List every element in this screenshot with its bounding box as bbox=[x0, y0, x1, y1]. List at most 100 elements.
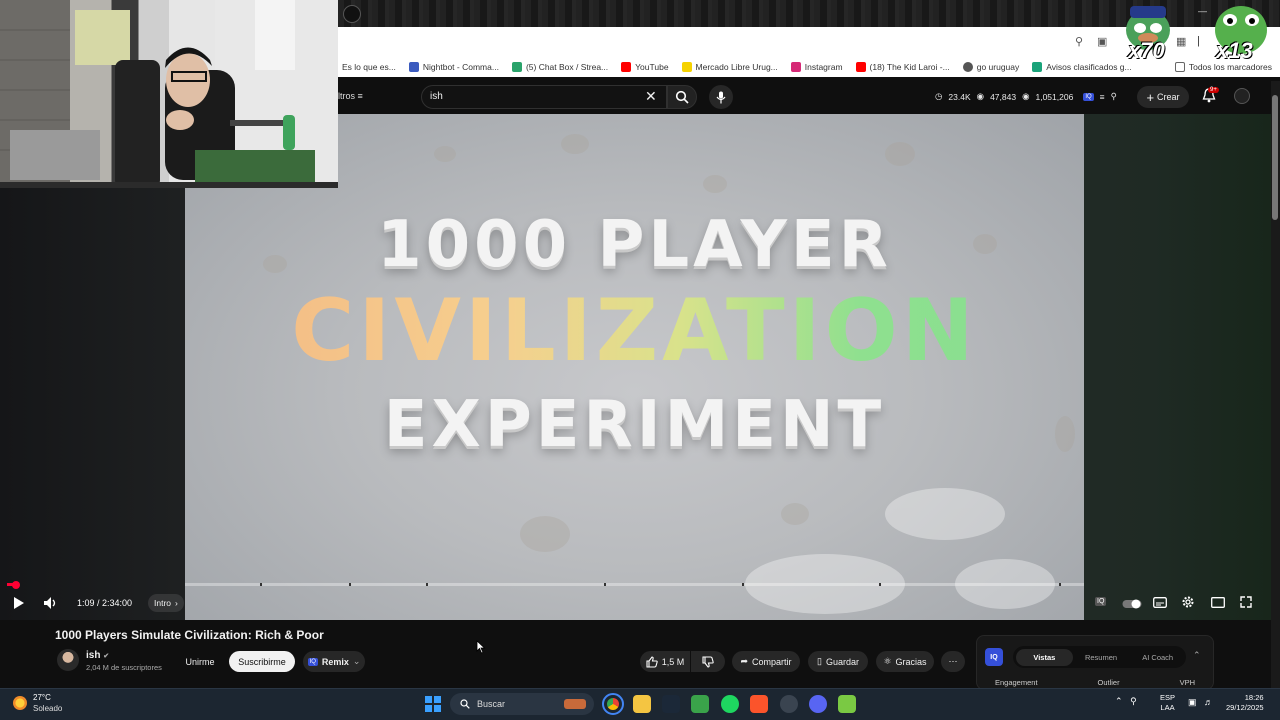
weather-icon[interactable] bbox=[13, 696, 27, 710]
install-icon[interactable]: ▣ bbox=[1097, 35, 1107, 48]
subscribe-button[interactable]: Suscribirme bbox=[229, 651, 295, 672]
search-button[interactable] bbox=[667, 85, 697, 109]
system-tray[interactable]: ⌃ ⚲ bbox=[1115, 696, 1137, 707]
chapter-marker bbox=[604, 583, 606, 586]
bookmark-item[interactable]: Es lo que es... bbox=[342, 62, 396, 72]
more-actions-icon[interactable]: ⋯ bbox=[941, 651, 965, 672]
settings-icon[interactable] bbox=[1181, 595, 1195, 612]
discord-icon[interactable] bbox=[809, 695, 827, 713]
windows-start-icon[interactable] bbox=[425, 696, 441, 712]
collapse-icon[interactable]: ⌃ bbox=[1193, 650, 1201, 661]
tab-ai-coach[interactable]: AI Coach bbox=[1129, 653, 1186, 662]
bookmark-item[interactable]: Instagram bbox=[790, 62, 843, 72]
views-icon: ◷ bbox=[935, 91, 943, 101]
mercadolibre-icon bbox=[681, 62, 692, 72]
share-button[interactable]: ➦ Compartir bbox=[732, 651, 800, 672]
iq-columns: Engagement Outlier VPH bbox=[995, 678, 1195, 687]
xbox-icon[interactable] bbox=[691, 695, 709, 713]
channel-avatar[interactable] bbox=[57, 649, 79, 671]
col-vph: VPH bbox=[1179, 678, 1195, 687]
taskbar-search[interactable]: Buscar bbox=[450, 693, 594, 715]
dislike-button[interactable] bbox=[691, 651, 725, 672]
iq-player-icon[interactable]: IQ bbox=[1095, 597, 1107, 606]
video-title: 1000 Players Simulate Civilization: Rich… bbox=[55, 628, 324, 642]
search-icon bbox=[460, 699, 470, 709]
volume-icon[interactable] bbox=[43, 596, 59, 613]
subtitles-icon[interactable] bbox=[1153, 597, 1167, 611]
join-button[interactable]: Unirme bbox=[180, 651, 220, 672]
network-icon[interactable]: ▣ bbox=[1188, 697, 1197, 708]
save-button[interactable]: ▯ Guardar bbox=[808, 651, 868, 672]
obs-icon[interactable] bbox=[780, 695, 798, 713]
theater-mode-icon[interactable] bbox=[1211, 597, 1225, 611]
tab-vistas[interactable]: Vistas bbox=[1016, 648, 1073, 666]
language-indicator[interactable]: ESP LAA bbox=[1160, 693, 1175, 713]
youtube-icon bbox=[855, 62, 866, 72]
iq-logo-icon: IQ bbox=[985, 648, 1003, 666]
bookmark-item[interactable]: YouTube bbox=[621, 62, 669, 72]
remix-button[interactable]: IQ Remix ⌄ bbox=[303, 651, 365, 672]
subscriber-count: 2,04 M de suscriptores bbox=[86, 663, 162, 672]
weather-status: Soleado bbox=[33, 704, 63, 713]
iq-icon[interactable]: IQ bbox=[1083, 92, 1094, 101]
chevron-up-icon: ⌃ bbox=[1115, 696, 1123, 706]
sticker-count: x13 bbox=[1216, 38, 1253, 63]
bookmark-icon: ▯ bbox=[817, 656, 822, 666]
progress-scrubber[interactable] bbox=[12, 581, 20, 589]
microphone-icon: ⚲ bbox=[1130, 696, 1137, 706]
bookmark-item[interactable]: Nightbot - Comma... bbox=[408, 62, 499, 72]
chapter-button[interactable]: Intro › bbox=[148, 594, 184, 612]
search-input[interactable] bbox=[421, 85, 667, 109]
taskbar-clock[interactable]: 18:26 29/12/2025 bbox=[1226, 693, 1264, 713]
search-value: ish bbox=[430, 91, 443, 102]
like-button[interactable]: 1,5 M bbox=[640, 651, 690, 672]
zoom-icon[interactable]: ⚲ bbox=[1075, 35, 1083, 48]
thanks-icon: ⚛ bbox=[883, 656, 892, 666]
file-explorer-icon[interactable] bbox=[633, 695, 651, 713]
channel-name[interactable]: ish ✔ bbox=[86, 650, 109, 661]
thanks-button[interactable]: ⚛ Gracias bbox=[876, 651, 934, 672]
spotify-icon[interactable] bbox=[721, 695, 739, 713]
frog-sticker: x13 bbox=[1208, 0, 1274, 65]
fullscreen-icon[interactable] bbox=[1240, 596, 1252, 611]
tab-resumen[interactable]: Resumen bbox=[1073, 653, 1130, 662]
play-icon[interactable] bbox=[13, 596, 25, 613]
weather-temp: 27°C bbox=[33, 693, 51, 702]
verified-icon: ✔ bbox=[103, 653, 110, 660]
bookmark-item[interactable]: Mercado Libre Urug... bbox=[681, 62, 778, 72]
minimize-icon[interactable]: — bbox=[1198, 6, 1207, 16]
browser-profile-icon[interactable] bbox=[343, 5, 361, 23]
classifieds-icon bbox=[1032, 62, 1043, 72]
chrome-icon[interactable] bbox=[602, 693, 624, 715]
bookmark-item[interactable]: go uruguay bbox=[962, 62, 1019, 72]
clear-search-icon[interactable]: ✕ bbox=[645, 88, 657, 105]
steam-icon[interactable] bbox=[662, 695, 680, 713]
minecraft-icon[interactable] bbox=[838, 695, 856, 713]
bookmark-item[interactable]: (18) The Kid Laroi -... bbox=[855, 62, 950, 72]
stats-counters: ◷ 23.4K ◉ 47,843 ◉ 1,051,206 IQ ≡ ⚲ bbox=[935, 91, 1117, 102]
video-frame[interactable]: 1000 PLAYER CIVILIZATION EXPERIMENT bbox=[185, 114, 1084, 620]
search-icon bbox=[675, 90, 689, 104]
account-avatar[interactable] bbox=[1234, 88, 1250, 104]
chapter-marker bbox=[879, 583, 881, 586]
sticker-count: x70 bbox=[1128, 38, 1165, 63]
trophy-icon[interactable]: ⚲ bbox=[1111, 91, 1117, 102]
filters-button[interactable]: ltros ≡ bbox=[338, 91, 363, 101]
scrollbar-thumb[interactable] bbox=[1272, 95, 1278, 220]
iq-tabs: Vistas Resumen AI Coach bbox=[1013, 646, 1186, 668]
autoplay-toggle[interactable] bbox=[1122, 598, 1142, 612]
users-icon: ◉ bbox=[976, 91, 985, 101]
bookmark-item[interactable]: Avisos clasificados g... bbox=[1032, 62, 1132, 72]
stat-value: 1,051,206 bbox=[1035, 91, 1074, 102]
thumbnail-line-3: EXPERIMENT bbox=[383, 388, 886, 462]
menu-icon[interactable]: ≡ bbox=[1100, 92, 1105, 102]
voice-search-button[interactable] bbox=[709, 85, 733, 109]
bookmark-item[interactable]: (5) Chat Box / Strea... bbox=[511, 62, 608, 72]
create-button[interactable]: + Crear bbox=[1137, 86, 1189, 108]
progress-bar[interactable] bbox=[185, 583, 1084, 586]
chapter-marker bbox=[349, 583, 351, 586]
chevron-right-icon: › bbox=[175, 598, 178, 608]
speaker-icon[interactable]: ♬ bbox=[1204, 697, 1213, 707]
plus-icon: + bbox=[1146, 89, 1155, 105]
brave-icon[interactable] bbox=[750, 695, 768, 713]
